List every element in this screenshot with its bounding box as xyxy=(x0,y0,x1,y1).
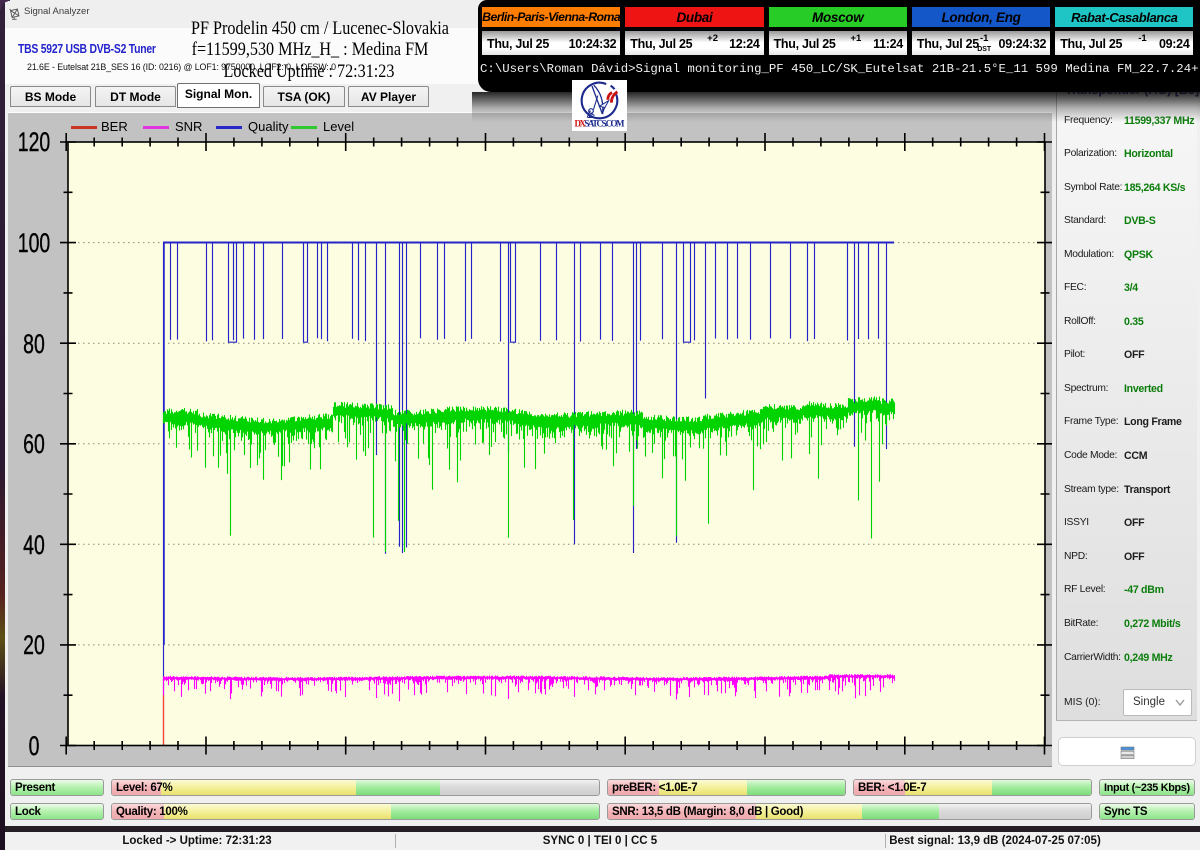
svg-text:DXSATCS.COM: DXSATCS.COM xyxy=(575,119,626,129)
